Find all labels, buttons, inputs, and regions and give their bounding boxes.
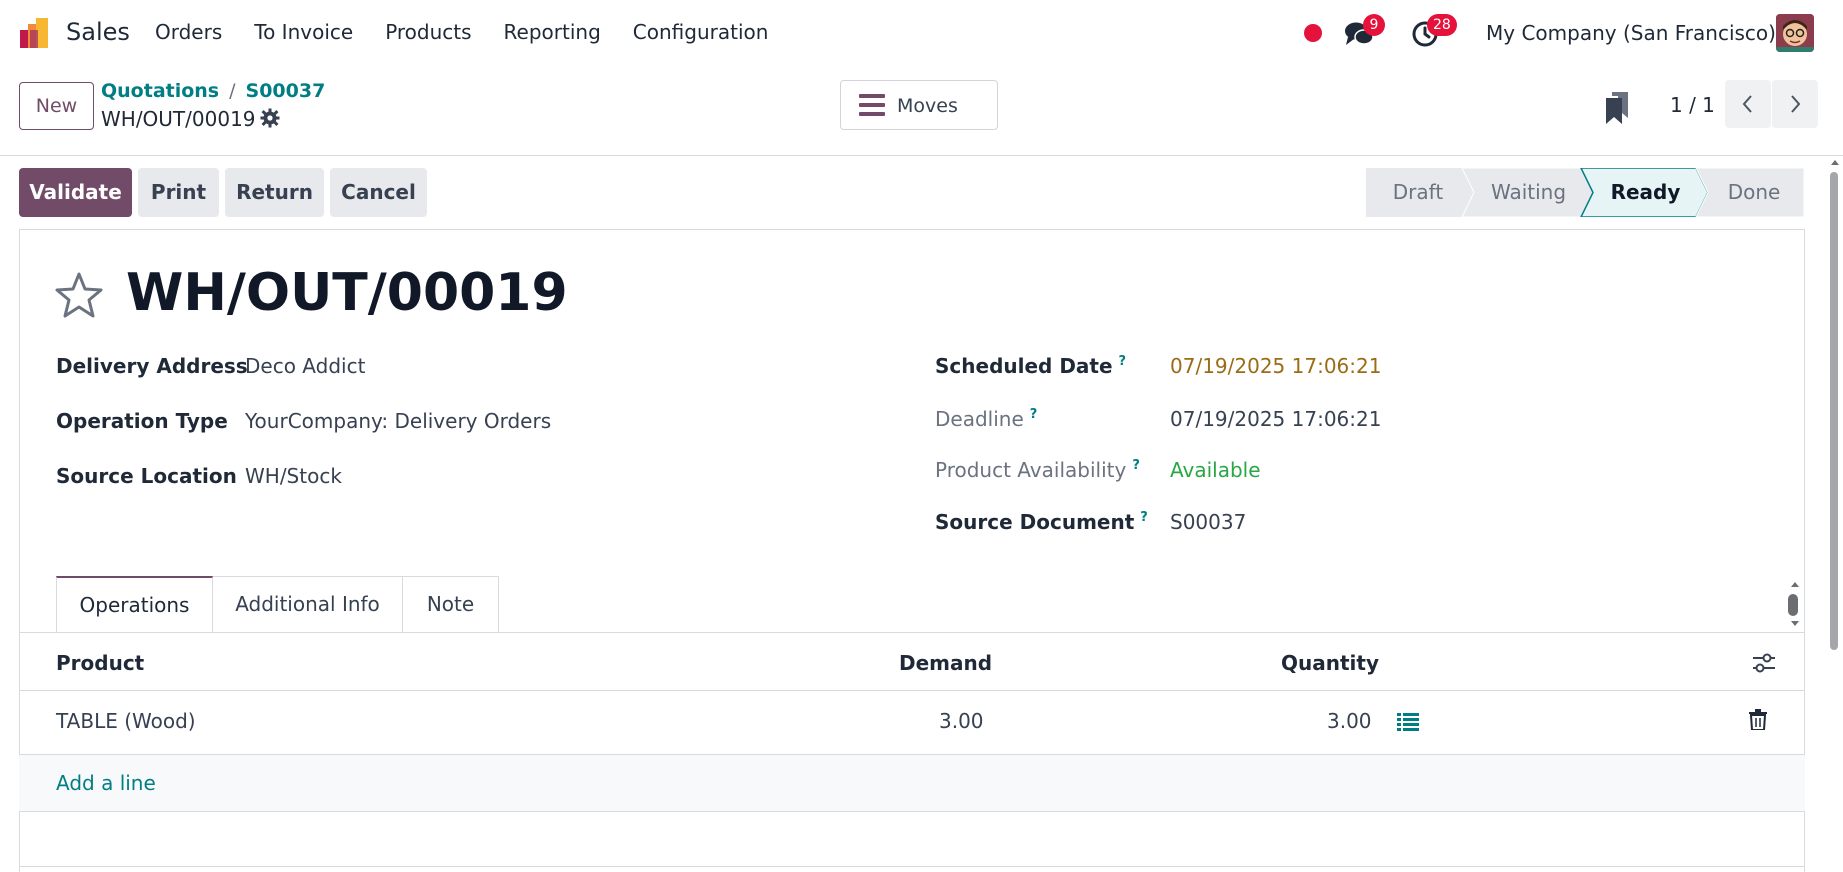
tab-additional-info[interactable]: Additional Info	[213, 576, 403, 633]
menu-orders[interactable]: Orders	[155, 20, 222, 44]
scheduled-date-label-text: Scheduled Date	[935, 354, 1113, 378]
cancel-button[interactable]: Cancel	[330, 168, 427, 217]
column-settings-icon[interactable]	[1752, 652, 1776, 674]
status-draft[interactable]: Draft	[1366, 168, 1470, 217]
scheduled-date-label: Scheduled Date?	[935, 354, 1126, 378]
gear-icon[interactable]	[260, 108, 280, 128]
app-logo-icon[interactable]	[18, 16, 52, 50]
main-menu: Orders To Invoice Products Reporting Con…	[155, 20, 800, 44]
page-scroll-up-icon[interactable]	[1830, 158, 1840, 166]
new-button[interactable]: New	[19, 82, 94, 130]
column-demand[interactable]: Demand	[899, 651, 992, 675]
product-availability-value: Available	[1170, 458, 1261, 482]
row-product[interactable]: TABLE (Wood)	[56, 709, 196, 733]
add-line-bottom-line	[19, 811, 1805, 812]
app-name[interactable]: Sales	[66, 18, 130, 46]
operation-type-value[interactable]: YourCompany: Delivery Orders	[245, 409, 551, 433]
list-menu-icon	[859, 94, 885, 116]
scheduled-date-value[interactable]: 07/19/2025 17:06:21	[1170, 354, 1381, 378]
status-waiting[interactable]: Waiting	[1470, 168, 1587, 217]
detail-list-icon[interactable]	[1397, 712, 1419, 732]
deadline-label-text: Deadline	[935, 407, 1024, 431]
pager-next-button[interactable]	[1772, 80, 1818, 128]
deadline-value: 07/19/2025 17:06:21	[1170, 407, 1382, 431]
delivery-address-label: Delivery Address	[56, 354, 248, 378]
header-divider	[0, 155, 1843, 156]
chat-count-badge: 9	[1363, 14, 1385, 36]
inner-scroll-thumb[interactable]	[1788, 594, 1798, 616]
source-location-value[interactable]: WH/Stock	[245, 464, 342, 488]
company-switcher[interactable]: My Company (San Francisco)	[1486, 21, 1776, 45]
add-line-row	[19, 755, 1805, 811]
product-availability-label-text: Product Availability	[935, 458, 1127, 482]
header-row-line	[19, 690, 1805, 691]
tab-note[interactable]: Note	[402, 576, 499, 633]
record-name: WH/OUT/00019	[101, 107, 256, 131]
menu-configuration[interactable]: Configuration	[633, 20, 769, 44]
breadcrumb-separator: /	[229, 80, 236, 102]
row-quantity[interactable]: 3.00	[1327, 709, 1372, 733]
star-icon[interactable]	[54, 271, 104, 319]
delivery-address-value[interactable]: Deco Addict	[245, 354, 365, 378]
breadcrumb: Quotations / S00037	[101, 80, 325, 102]
pager-previous-button[interactable]	[1725, 80, 1771, 128]
status-ready[interactable]: Ready	[1587, 168, 1704, 217]
status-bar: Draft Waiting Ready Done	[1366, 168, 1804, 217]
scroll-down-arrow-icon[interactable]	[1790, 620, 1800, 628]
print-button[interactable]: Print	[138, 168, 219, 217]
source-location-label: Source Location	[56, 464, 237, 488]
moves-smart-button[interactable]: Moves	[840, 80, 998, 130]
avatar-face-icon	[1776, 14, 1814, 52]
record-title: WH/OUT/00019	[126, 263, 568, 323]
return-button[interactable]: Return	[225, 168, 324, 217]
deadline-help-icon[interactable]: ?	[1030, 407, 1038, 422]
source-document-help-icon[interactable]: ?	[1140, 510, 1148, 525]
pager-value[interactable]: 1 / 1	[1670, 93, 1715, 117]
source-document-label: Source Document?	[935, 510, 1148, 534]
bookmark-icon[interactable]	[1604, 92, 1630, 124]
user-avatar[interactable]	[1776, 14, 1814, 52]
chevron-left-icon	[1742, 95, 1752, 113]
deadline-label: Deadline?	[935, 407, 1037, 431]
column-product[interactable]: Product	[56, 651, 144, 675]
scroll-up-arrow-icon[interactable]	[1790, 580, 1800, 588]
recording-indicator[interactable]	[1304, 24, 1322, 42]
breadcrumb-quotations[interactable]: Quotations	[101, 80, 219, 102]
source-document-value[interactable]: S00037	[1170, 510, 1246, 534]
status-done[interactable]: Done	[1704, 168, 1804, 217]
menu-reporting[interactable]: Reporting	[504, 20, 601, 44]
moves-label: Moves	[897, 95, 958, 117]
source-document-label-text: Source Document	[935, 510, 1135, 534]
row-demand[interactable]: 3.00	[939, 709, 984, 733]
menu-to-invoice[interactable]: To Invoice	[254, 20, 353, 44]
menu-products[interactable]: Products	[385, 20, 471, 44]
table-bottom-line	[19, 866, 1805, 867]
product-availability-label: Product Availability?	[935, 458, 1140, 482]
tab-operations[interactable]: Operations	[56, 576, 213, 633]
validate-button[interactable]: Validate	[19, 168, 132, 217]
add-a-line-link[interactable]: Add a line	[56, 771, 156, 795]
tabs-underline	[19, 632, 1805, 633]
scheduled-date-help-icon[interactable]: ?	[1119, 354, 1127, 369]
breadcrumb-order[interactable]: S00037	[246, 80, 326, 102]
activity-count-badge: 28	[1427, 14, 1457, 36]
trash-icon[interactable]	[1749, 709, 1767, 730]
product-availability-help-icon[interactable]: ?	[1132, 458, 1140, 473]
page-scrollbar-thumb[interactable]	[1830, 172, 1838, 650]
operation-type-label: Operation Type	[56, 409, 228, 433]
column-quantity[interactable]: Quantity	[1281, 651, 1379, 675]
chevron-right-icon	[1791, 95, 1801, 113]
